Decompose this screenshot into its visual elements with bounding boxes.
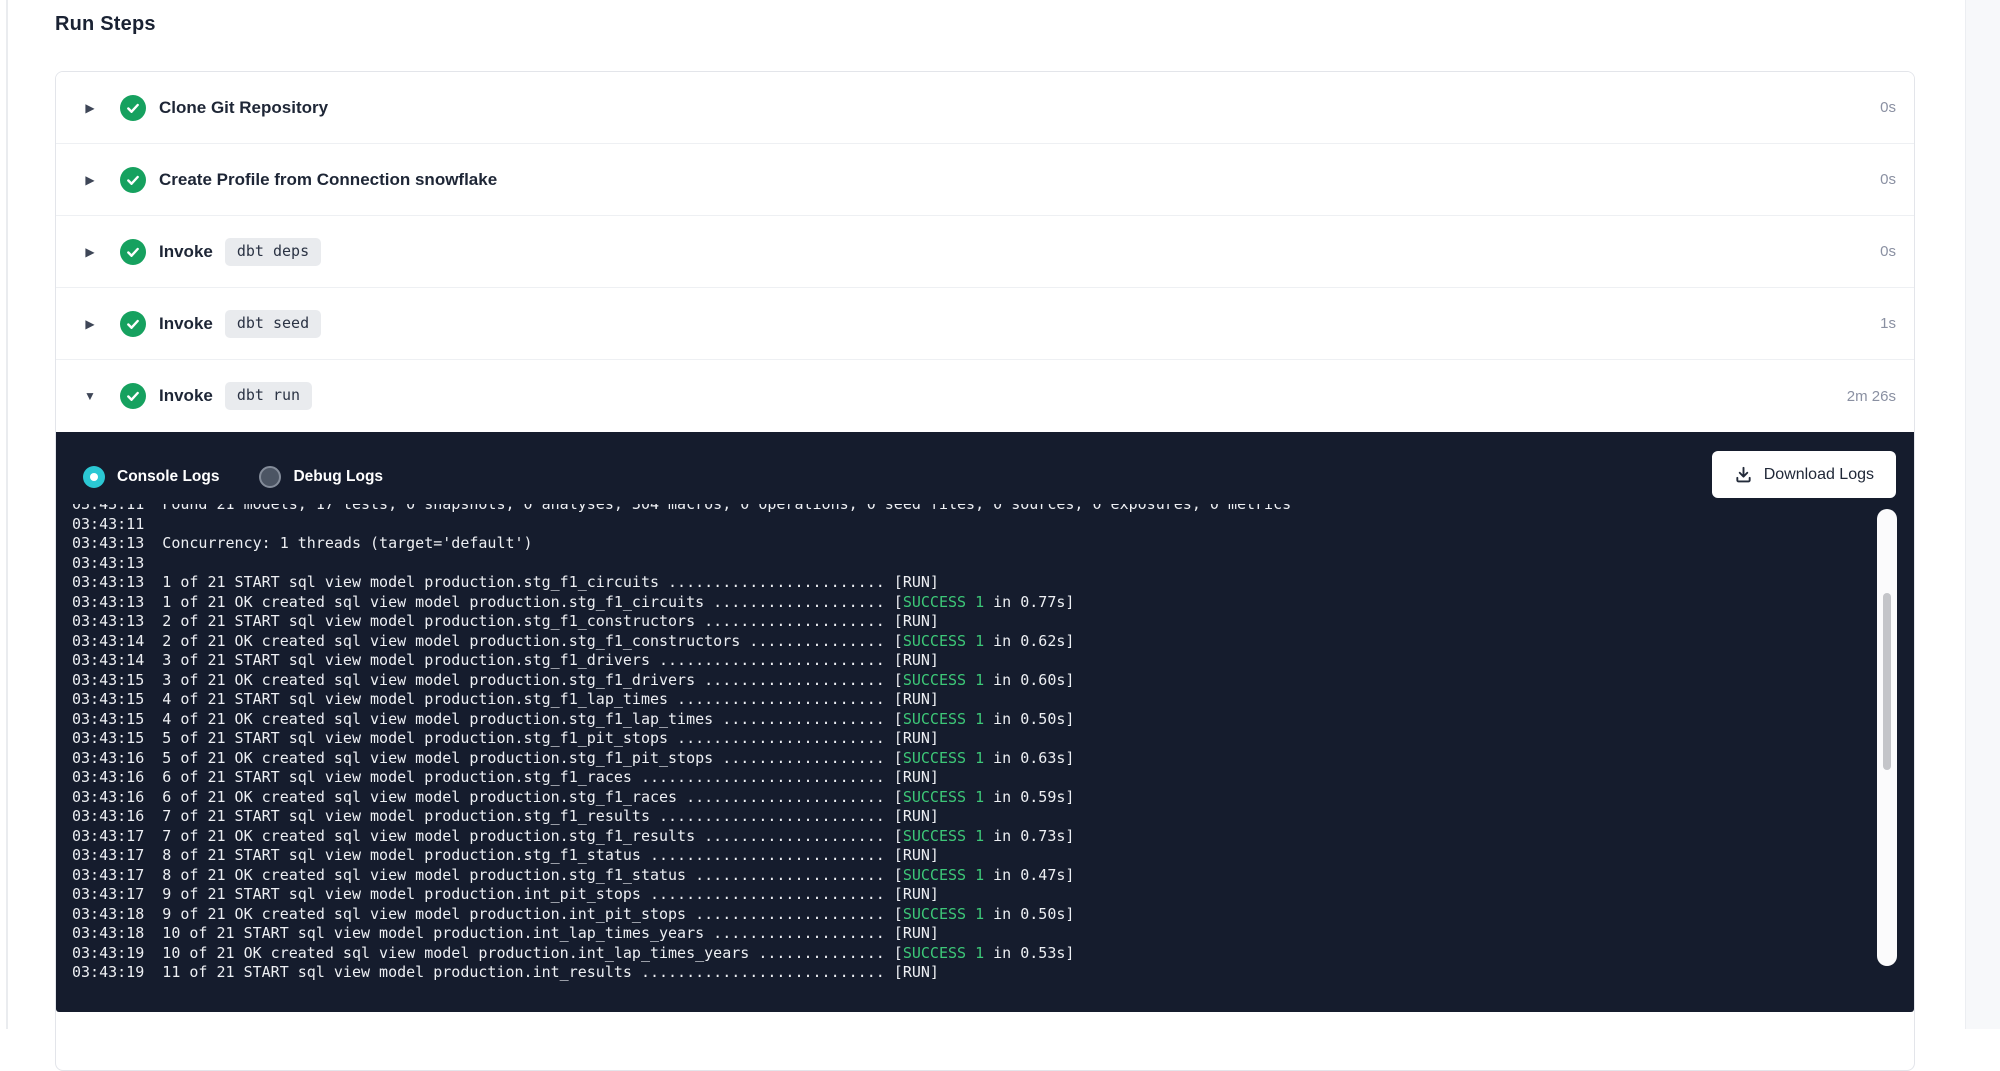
chevron-right-icon[interactable]: ▶ [82, 318, 98, 330]
log-line: 03:43:17 9 of 21 START sql view model pr… [72, 885, 1914, 905]
panel-divider-left [6, 0, 8, 1029]
log-line: 03:43:11 Found 21 models, 17 tests, 0 sn… [72, 504, 1914, 515]
log-line: 03:43:15 4 of 21 OK created sql view mod… [72, 710, 1914, 730]
status-success-icon [120, 383, 146, 409]
step-duration: 1s [1880, 315, 1896, 332]
log-line: 03:43:15 3 of 21 OK created sql view mod… [72, 671, 1914, 691]
log-line: 03:43:16 7 of 21 START sql view model pr… [72, 807, 1914, 827]
log-line: 03:43:15 4 of 21 START sql view model pr… [72, 690, 1914, 710]
step-label: Invoke [159, 386, 213, 406]
log-line: 03:43:14 3 of 21 START sql view model pr… [72, 651, 1914, 671]
chevron-right-icon[interactable]: ▶ [82, 246, 98, 258]
debug-logs-label: Debug Logs [293, 468, 383, 486]
status-success-icon [120, 311, 146, 337]
log-line: 03:43:17 8 of 21 START sql view model pr… [72, 846, 1914, 866]
run-steps-list: ▶ Clone Git Repository 0s ▶ Create Profi… [56, 72, 1914, 432]
log-line: 03:43:11 [72, 515, 1914, 535]
scrollbar-track[interactable] [1877, 509, 1897, 966]
download-logs-button[interactable]: Download Logs [1712, 451, 1896, 498]
scrollbar-thumb[interactable] [1883, 593, 1891, 770]
log-line: 03:43:13 1 of 21 OK created sql view mod… [72, 593, 1914, 613]
console-log-output: 03:43:11 Found 21 models, 17 tests, 0 sn… [56, 504, 1914, 1012]
log-line: 03:43:19 11 of 21 START sql view model p… [72, 963, 1914, 983]
step-duration: 0s [1880, 171, 1896, 188]
step-label: Clone Git Repository [159, 98, 328, 118]
step-duration: 2m 26s [1847, 388, 1896, 405]
log-line: 03:43:16 5 of 21 OK created sql view mod… [72, 749, 1914, 769]
step-duration: 0s [1880, 243, 1896, 260]
step-label: Create Profile from Connection snowflake [159, 170, 497, 190]
radio-selected-icon [83, 466, 105, 488]
status-success-icon [120, 95, 146, 121]
chevron-down-icon[interactable]: ▼ [82, 390, 98, 402]
log-tabs: Console Logs Debug Logs [83, 466, 383, 488]
radio-unselected-icon [259, 466, 281, 488]
step-command-badge: dbt seed [225, 310, 321, 338]
run-step-row[interactable]: ▼ Invoke dbt run 2m 26s [56, 360, 1914, 432]
log-line: 03:43:18 10 of 21 START sql view model p… [72, 924, 1914, 944]
log-line: 03:43:15 5 of 21 START sql view model pr… [72, 729, 1914, 749]
console-logs-radio[interactable]: Console Logs [83, 466, 219, 488]
download-logs-label: Download Logs [1764, 466, 1874, 484]
step-command-badge: dbt deps [225, 238, 321, 266]
console-logs-label: Console Logs [117, 468, 219, 486]
step-duration: 0s [1880, 99, 1896, 116]
step-label: Invoke [159, 242, 213, 262]
log-line: 03:43:13 1 of 21 START sql view model pr… [72, 573, 1914, 593]
run-step-row[interactable]: ▶ Invoke dbt deps 0s [56, 216, 1914, 288]
log-line: 03:43:14 2 of 21 OK created sql view mod… [72, 632, 1914, 652]
page-title: Run Steps [55, 13, 156, 36]
status-success-icon [120, 167, 146, 193]
status-success-icon [120, 239, 146, 265]
run-step-row[interactable]: ▶ Invoke dbt seed 1s [56, 288, 1914, 360]
log-lines: 03:43:11 Found 21 models, 17 tests, 0 sn… [72, 504, 1914, 983]
step-command-badge: dbt run [225, 382, 312, 410]
run-steps-card: ▶ Clone Git Repository 0s ▶ Create Profi… [55, 71, 1915, 1071]
log-line: 03:43:18 9 of 21 OK created sql view mod… [72, 905, 1914, 925]
chevron-right-icon[interactable]: ▶ [82, 102, 98, 114]
step-label: Invoke [159, 314, 213, 334]
page-background-right [1965, 0, 2000, 1029]
log-line: 03:43:16 6 of 21 OK created sql view mod… [72, 788, 1914, 808]
run-step-row[interactable]: ▶ Clone Git Repository 0s [56, 72, 1914, 144]
log-line: 03:43:13 2 of 21 START sql view model pr… [72, 612, 1914, 632]
log-line: 03:43:13 Concurrency: 1 threads (target=… [72, 534, 1914, 554]
log-line: 03:43:16 6 of 21 START sql view model pr… [72, 768, 1914, 788]
log-panel: Console Logs Debug Logs Download Logs 03… [56, 432, 1914, 1012]
log-line: 03:43:17 8 of 21 OK created sql view mod… [72, 866, 1914, 886]
log-line: 03:43:19 10 of 21 OK created sql view mo… [72, 944, 1914, 964]
run-step-row[interactable]: ▶ Create Profile from Connection snowfla… [56, 144, 1914, 216]
debug-logs-radio[interactable]: Debug Logs [259, 466, 383, 488]
log-line: 03:43:17 7 of 21 OK created sql view mod… [72, 827, 1914, 847]
download-icon [1734, 465, 1753, 484]
chevron-right-icon[interactable]: ▶ [82, 174, 98, 186]
log-line: 03:43:13 [72, 554, 1914, 574]
